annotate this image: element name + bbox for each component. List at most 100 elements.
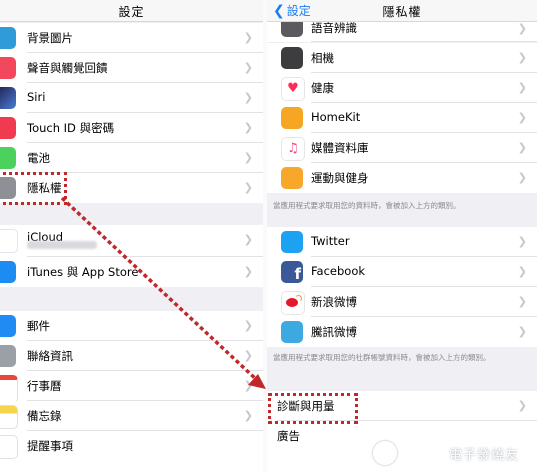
privacy-item-label: Twitter — [311, 234, 350, 248]
settings-item-label: Touch ID 與密碼 — [27, 121, 115, 135]
settings-item-label: iTunes 與 App Store — [27, 265, 139, 279]
sound-icon — [0, 57, 16, 79]
redacted-account — [27, 241, 97, 249]
privacy-item-label: Facebook — [311, 264, 366, 278]
settings-item-notes[interactable]: 備忘錄 ❯ — [0, 401, 263, 431]
chevron-right-icon: ❯ — [243, 61, 253, 74]
chevron-right-icon: ❯ — [243, 151, 253, 164]
privacy-item-twitter[interactable]: Twitter ❯ — [267, 227, 537, 257]
camera-icon — [281, 47, 303, 69]
weibo-icon — [281, 291, 305, 315]
facebook-icon: f — [281, 261, 303, 283]
chevron-right-icon: ❯ — [517, 325, 527, 338]
page-title: 隱私權 — [382, 5, 422, 19]
chevron-right-icon: ❯ — [517, 235, 527, 248]
settings-item-sounds[interactable]: 聲音與觸覺回饋 ❯ — [0, 53, 263, 83]
siri-icon — [0, 87, 16, 109]
watermark-logo-icon — [373, 441, 397, 465]
privacy-item-tencent-weibo[interactable]: 騰訊微博 ❯ — [267, 317, 537, 347]
motion-icon — [281, 167, 303, 189]
settings-item-label: 郵件 — [27, 319, 50, 333]
privacy-item-label: 騰訊微博 — [311, 325, 357, 339]
privacy-item-camera[interactable]: 相機 ❯ — [267, 43, 537, 73]
diagnostics-highlight — [268, 393, 358, 424]
settings-item-calendar[interactable]: 行事曆 ❯ — [0, 371, 263, 403]
chevron-right-icon: ❯ — [517, 51, 527, 64]
settings-item-label: Siri — [27, 90, 46, 104]
privacy-item-label: 運動與健身 — [311, 171, 369, 185]
settings-item-label: 聲音與觸覺回饋 — [27, 61, 108, 75]
app-store-icon — [0, 261, 16, 283]
navigation-bar: ❮ 設定 隱私權 — [267, 0, 537, 22]
watermark: 電子發燒友 — [448, 448, 519, 463]
privacy-panel: 語音辨識 ❯ ❮ 設定 隱私權 相機 ❯ ♥ 健康 ❯ HomeKit ❯ ♫ 媒… — [267, 0, 537, 471]
privacy-item-label: 健康 — [311, 81, 334, 95]
cloud-icon — [0, 229, 18, 253]
privacy-item-facebook[interactable]: f Facebook ❯ — [267, 257, 537, 287]
twitter-icon — [281, 231, 303, 253]
chevron-right-icon: ❯ — [243, 379, 253, 392]
privacy-item-label: 新浪微博 — [311, 295, 357, 309]
chevron-right-icon: ❯ — [243, 181, 253, 194]
chevron-right-icon: ❯ — [243, 121, 253, 134]
privacy-item-label: HomeKit — [311, 110, 361, 124]
calendar-icon — [0, 375, 18, 403]
privacy-item-health[interactable]: ♥ 健康 ❯ — [267, 73, 537, 103]
privacy-item-homekit[interactable]: HomeKit ❯ — [267, 103, 537, 133]
chevron-right-icon: ❯ — [243, 91, 253, 104]
settings-item-contacts[interactable]: 聯絡資訊 ❯ — [0, 341, 263, 371]
footer-note: 當應用程式要求取用您的資料時，會被加入上方的類別。 — [273, 201, 461, 210]
settings-item-reminders[interactable]: 提醒事項 — [0, 431, 263, 471]
settings-item-wallpaper[interactable]: 背景圖片 ❯ — [0, 23, 263, 53]
settings-panel: 設定 背景圖片 ❯ 聲音與觸覺回饋 ❯ Siri ❯ Touch ID 與密碼 … — [0, 0, 263, 471]
settings-item-label: 提醒事項 — [27, 439, 73, 453]
privacy-item-label: 廣告 — [277, 429, 300, 443]
reminders-icon — [0, 435, 18, 459]
tencent-weibo-icon — [281, 321, 303, 343]
footer-note: 當應用程式要求取用您的社群帳號資料時，會被加入上方的類別。 — [273, 353, 491, 362]
privacy-item-media-library[interactable]: ♫ 媒體資料庫 ❯ — [267, 133, 537, 163]
notes-icon — [0, 405, 18, 429]
settings-item-siri[interactable]: Siri ❯ — [0, 83, 263, 113]
settings-item-label: 備忘錄 — [27, 409, 62, 423]
privacy-item-weibo[interactable]: 新浪微博 ❯ — [267, 287, 537, 317]
page-title: 設定 — [118, 5, 145, 19]
contacts-icon — [0, 345, 16, 367]
chevron-right-icon: ❯ — [517, 22, 527, 35]
privacy-highlight — [0, 172, 67, 205]
section-footer: 當應用程式要求取用您的社群帳號資料時，會被加入上方的類別。 — [267, 347, 537, 391]
chevron-right-icon: ❯ — [243, 233, 253, 246]
homekit-icon — [281, 107, 303, 129]
section-gap — [0, 203, 263, 225]
settings-item-label: 聯絡資訊 — [27, 349, 73, 363]
chevron-right-icon: ❯ — [243, 349, 253, 362]
settings-item-icloud[interactable]: iCloud ❯ — [0, 225, 263, 257]
chevron-right-icon: ❯ — [517, 111, 527, 124]
settings-item-battery[interactable]: 電池 ❯ — [0, 143, 263, 173]
music-icon: ♫ — [281, 137, 305, 161]
privacy-item-label: 相機 — [311, 51, 334, 65]
settings-item-itunes[interactable]: iTunes 與 App Store ❯ — [0, 257, 263, 287]
fingerprint-icon — [0, 117, 16, 139]
chevron-right-icon: ❯ — [243, 319, 253, 332]
chevron-right-icon: ❯ — [517, 295, 527, 308]
chevron-right-icon: ❯ — [243, 265, 253, 278]
mail-icon — [0, 315, 16, 337]
privacy-item-label: 媒體資料庫 — [311, 141, 369, 155]
privacy-item-motion[interactable]: 運動與健身 ❯ — [267, 163, 537, 193]
battery-icon — [0, 147, 16, 169]
settings-item-mail[interactable]: 郵件 ❯ — [0, 311, 263, 341]
section-gap — [0, 287, 263, 311]
settings-item-label: 電池 — [27, 151, 50, 165]
chevron-right-icon: ❯ — [517, 399, 527, 412]
settings-item-touch-id[interactable]: Touch ID 與密碼 ❯ — [0, 113, 263, 143]
navigation-bar: 設定 — [0, 0, 263, 22]
wallpaper-icon — [0, 27, 16, 49]
privacy-item-label: 語音辨識 — [311, 21, 357, 35]
chevron-right-icon: ❯ — [517, 81, 527, 94]
settings-item-label: 背景圖片 — [27, 31, 73, 45]
chevron-right-icon: ❯ — [517, 171, 527, 184]
section-footer: 當應用程式要求取用您的資料時，會被加入上方的類別。 — [267, 193, 537, 227]
settings-item-label: 行事曆 — [27, 379, 62, 393]
chevron-right-icon: ❯ — [243, 31, 253, 44]
